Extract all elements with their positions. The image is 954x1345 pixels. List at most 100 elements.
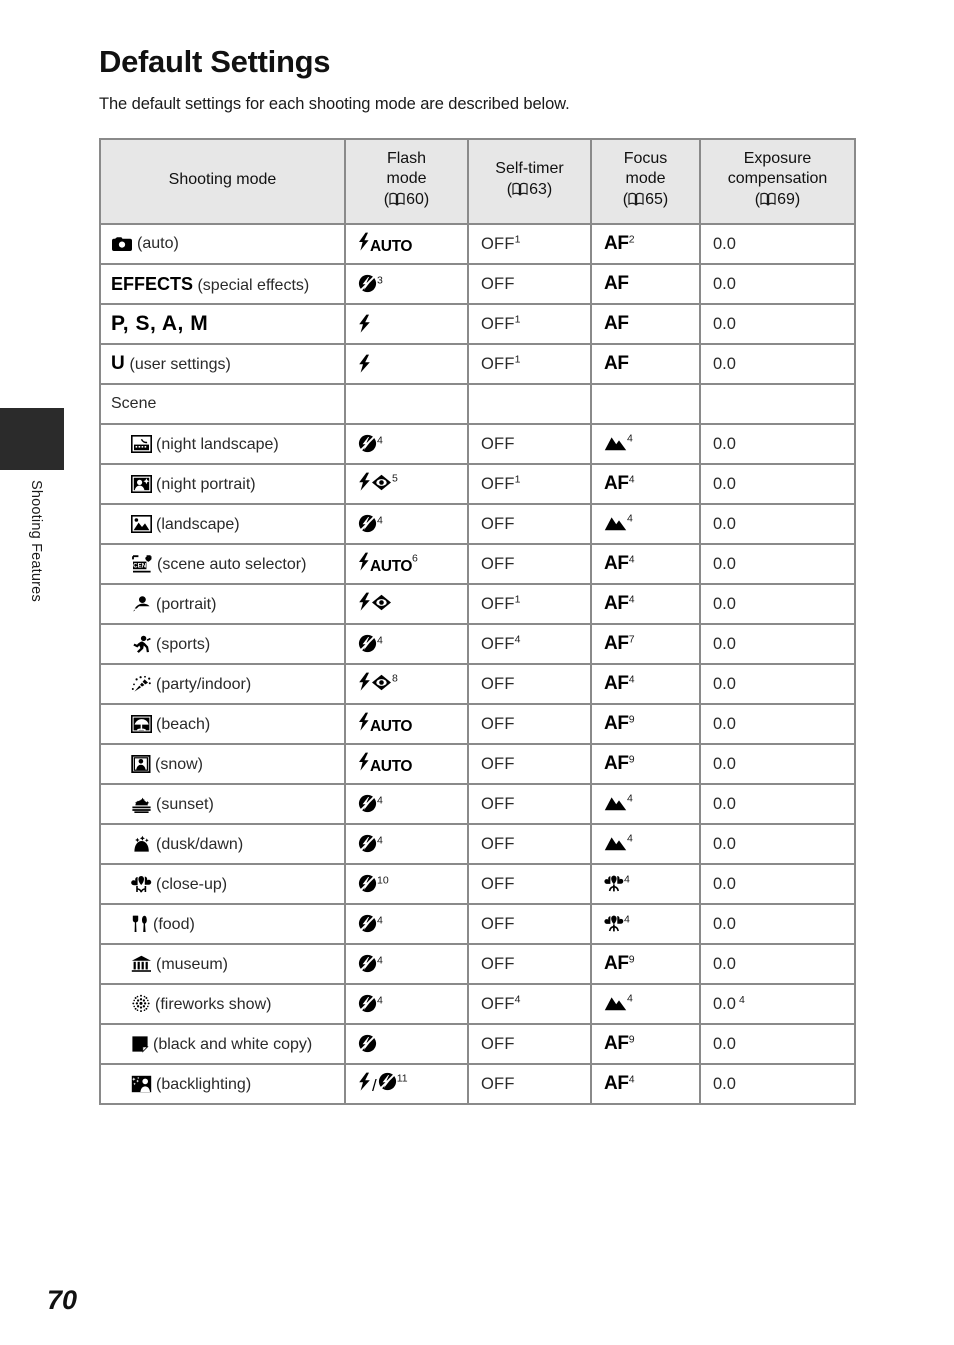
- flash-off-icon: [358, 514, 377, 533]
- macro-icon: [604, 875, 624, 892]
- cell-shooting-mode: (sports): [99, 624, 346, 666]
- mountain-icon: [604, 436, 627, 451]
- exposure-value: 0.0: [713, 274, 736, 293]
- focus-mode-value: AF: [604, 1073, 629, 1095]
- cell-flash-mode: AUTO: [344, 704, 469, 746]
- cell-flash-mode: 4: [344, 504, 469, 546]
- cell-exposure-compensation: 0.0: [699, 544, 856, 586]
- cell-self-timer: OFF: [467, 864, 592, 906]
- self-timer-value: OFF: [481, 474, 515, 493]
- focus-mode-value: AF: [604, 1033, 629, 1055]
- table-row-scene-group: Scene: [99, 384, 856, 426]
- footnote-marker: 4: [377, 634, 383, 647]
- cell-self-timer: OFF: [467, 1024, 592, 1066]
- table-row: (night landscape) 4 OFF 4 0.0: [99, 424, 856, 466]
- self-timer-value: OFF: [481, 1074, 515, 1093]
- self-timer-value: OFF: [481, 874, 515, 893]
- table-body: (auto) AUTO OFF1 AF2 0.0 EFFECTS (special eff…: [99, 224, 856, 1106]
- portrait-icon: [131, 595, 152, 613]
- cell-exposure-compensation: 0.0: [699, 824, 856, 866]
- empty-cell: [344, 384, 469, 426]
- footnote-marker: 4: [377, 914, 383, 927]
- footnote-marker: 4: [628, 474, 635, 487]
- footnote-marker: 9: [628, 1034, 635, 1047]
- flash-fill-or-off-icon: /: [358, 1072, 397, 1096]
- table-row: (party/indoor) 8 OFF AF4 0.0: [99, 664, 856, 706]
- mode-name-label: (auto): [137, 235, 179, 253]
- footnote-marker: 4: [628, 674, 635, 687]
- footnote-marker: 9: [628, 754, 635, 767]
- cell-flash-mode: 5: [344, 464, 469, 506]
- cell-shooting-mode: (night landscape): [99, 424, 346, 466]
- cell-exposure-compensation: 0.0: [699, 424, 856, 466]
- flash-off-icon: [358, 274, 377, 293]
- cell-shooting-mode: (night portrait): [99, 464, 346, 506]
- mode-name-label: (landscape): [156, 515, 240, 533]
- cell-focus-mode: 4: [590, 424, 701, 466]
- mode-name-label: (portrait): [156, 595, 217, 613]
- exposure-value: 0.0: [713, 434, 736, 453]
- mode-name-label: (night portrait): [156, 475, 256, 493]
- exposure-value: 0.0: [713, 994, 736, 1013]
- footnote-marker: 4: [627, 513, 633, 526]
- mode-code-label: U: [111, 353, 126, 375]
- mode-name-label: (backlighting): [156, 1075, 252, 1093]
- focus-mode-value: AF: [604, 313, 629, 335]
- flash-auto-icon: AUTO: [358, 712, 412, 736]
- self-timer-value: OFF: [481, 434, 515, 453]
- self-timer-value: OFF: [481, 274, 515, 293]
- cell-flash-mode: 3: [344, 264, 469, 306]
- cell-shooting-mode: (party/indoor): [99, 664, 346, 706]
- footnote-marker: 4: [627, 833, 633, 846]
- snow-icon: [131, 754, 151, 773]
- default-settings-table: Shooting mode Flash mode ( 60) Self-time…: [99, 137, 856, 1106]
- cell-flash-mode: /11: [344, 1064, 469, 1106]
- cell-shooting-mode: (landscape): [99, 504, 346, 546]
- footnote-marker: 6: [412, 553, 418, 566]
- cell-exposure-compensation: 0.0: [699, 784, 856, 826]
- self-timer-value: OFF: [481, 514, 515, 533]
- exposure-value: 0.0: [713, 794, 736, 813]
- exposure-value: 0.0: [713, 714, 736, 733]
- self-timer-value: OFF: [481, 554, 515, 573]
- cell-flash-mode: 4: [344, 904, 469, 946]
- mode-name-label: (dusk/dawn): [156, 835, 244, 853]
- night-portrait-icon: [131, 474, 152, 493]
- header-focus-mode: Focus mode ( 65): [590, 137, 701, 226]
- exposure-value: 0.0: [713, 474, 736, 493]
- mode-name-label: (sports): [156, 635, 211, 653]
- cell-focus-mode: AF9: [590, 944, 701, 986]
- focus-mode-value: AF: [604, 953, 629, 975]
- cell-exposure-compensation: 0.0: [699, 1064, 856, 1106]
- cell-exposure-compensation: 0.0: [699, 304, 856, 346]
- flash-off-icon: [358, 834, 377, 853]
- cell-flash-mode: AUTO: [344, 224, 469, 266]
- cell-exposure-compensation: 0.0: [699, 704, 856, 746]
- museum-icon: [131, 955, 152, 973]
- exposure-value: 0.0: [713, 1034, 736, 1053]
- table-header-row: Shooting mode Flash mode ( 60) Self-time…: [99, 137, 856, 226]
- exposure-value: 0.0: [713, 354, 736, 373]
- cell-self-timer: OFF1: [467, 344, 592, 386]
- cell-self-timer: OFF: [467, 824, 592, 866]
- cell-flash-mode: AUTO 6: [344, 544, 469, 586]
- header-exposure-compensation: Exposure compensation ( 69): [699, 137, 856, 226]
- footnote-marker: 9: [628, 714, 635, 727]
- empty-cell: [590, 384, 701, 426]
- header-shooting-mode: Shooting mode: [99, 137, 346, 226]
- footnote-marker: 4: [514, 633, 521, 646]
- chapter-tab-marker: [0, 408, 64, 470]
- self-timer-value: OFF: [481, 674, 515, 693]
- cell-flash-mode: 4: [344, 424, 469, 466]
- footnote-marker: 1: [514, 473, 521, 486]
- mode-code-label: P, S, A, M: [111, 312, 209, 336]
- exposure-value: 0.0: [713, 234, 736, 253]
- flash-auto-icon: AUTO: [358, 232, 412, 256]
- cell-focus-mode: AF4: [590, 544, 701, 586]
- footnote-marker: 3: [377, 274, 383, 287]
- footnote-marker: 4: [627, 793, 633, 806]
- cell-exposure-compensation: 0.0 4: [699, 984, 856, 1026]
- mode-name-label: (snow): [155, 755, 204, 773]
- mode-name-label: (food): [153, 915, 195, 933]
- exposure-value: 0.0: [713, 914, 736, 933]
